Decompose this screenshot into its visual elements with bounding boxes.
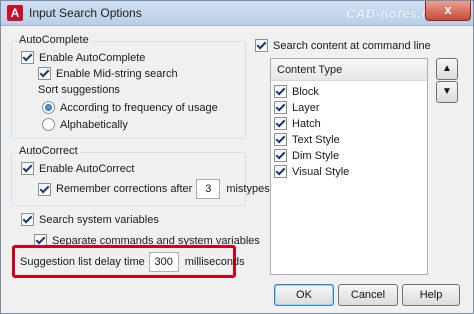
title-bar[interactable]: A Input Search Options CAD-notes.com x: [1, 1, 473, 26]
content-item-layer[interactable]: Layer: [274, 101, 320, 114]
mistypes-label: mistypes: [226, 183, 270, 195]
sort-suggestions-text: Sort suggestions: [38, 84, 120, 96]
enable-autocorrect-check-icon[interactable]: [21, 162, 34, 175]
sort-alphabetical-radio-icon[interactable]: [42, 118, 55, 131]
remember-corrections-row: Remember corrections after 3 mistypes: [38, 179, 270, 199]
sort-suggestions-label: Sort suggestions: [38, 84, 120, 96]
search-content-check-icon[interactable]: [255, 39, 268, 52]
content-item-label: Hatch: [292, 117, 321, 130]
content-item-label: Block: [292, 85, 319, 98]
close-button[interactable]: x: [425, 1, 471, 21]
arrow-down-icon: ▼: [442, 86, 452, 97]
content-item-block[interactable]: Block: [274, 85, 319, 98]
content-item-label: Dim Style: [292, 149, 340, 162]
delay-time-input[interactable]: 300: [148, 252, 179, 272]
search-content-checkbox[interactable]: Search content at command line: [255, 39, 431, 52]
content-item-label: Text Style: [292, 133, 340, 146]
sort-alphabetical-radio[interactable]: Alphabetically: [42, 118, 128, 131]
autocad-app-icon: A: [7, 5, 23, 21]
enable-midstring-label: Enable Mid-string search: [56, 67, 178, 80]
move-down-button[interactable]: ▼: [436, 81, 458, 103]
enable-autocomplete-check-icon[interactable]: [21, 51, 34, 64]
remember-corrections-label: Remember corrections after: [56, 183, 193, 195]
content-item-dim-style[interactable]: Dim Style: [274, 149, 339, 162]
remember-corrections-check-icon[interactable]: [38, 182, 51, 196]
cancel-button[interactable]: Cancel: [338, 284, 398, 306]
help-button[interactable]: Help: [402, 284, 460, 306]
content-item-check-icon[interactable]: [274, 101, 287, 114]
content-item-check-icon[interactable]: [274, 85, 287, 98]
input-search-options-dialog: A Input Search Options CAD-notes.com x A…: [0, 0, 474, 314]
window-title: Input Search Options: [29, 6, 142, 20]
move-up-button[interactable]: ▲: [436, 58, 458, 80]
content-type-list[interactable]: Content Type Block Layer Hatch Text Styl…: [270, 58, 428, 275]
delay-time-label: Suggestion list delay time: [20, 256, 145, 268]
autocorrect-group-label: AutoCorrect: [17, 145, 80, 157]
delay-unit-label: milliseconds: [184, 256, 245, 268]
search-content-label: Search content at command line: [273, 39, 431, 52]
enable-autocomplete-label: Enable AutoComplete: [39, 51, 146, 64]
enable-autocorrect-label: Enable AutoCorrect: [39, 162, 135, 175]
content-item-check-icon[interactable]: [274, 133, 287, 146]
sort-alphabetical-label: Alphabetically: [60, 118, 128, 131]
search-system-variables-checkbox[interactable]: Search system variables: [21, 213, 159, 226]
content-item-check-icon[interactable]: [274, 117, 287, 130]
enable-autocomplete-checkbox[interactable]: Enable AutoComplete: [21, 51, 145, 64]
content-item-text-style[interactable]: Text Style: [274, 133, 340, 146]
content-item-check-icon[interactable]: [274, 165, 287, 178]
arrow-up-icon: ▲: [442, 63, 452, 74]
sort-frequency-radio[interactable]: According to frequency of usage: [42, 101, 218, 114]
content-item-label: Visual Style: [292, 165, 350, 178]
content-item-label: Layer: [292, 101, 320, 114]
delay-time-row: Suggestion list delay time 300 milliseco…: [20, 252, 245, 272]
sort-frequency-radio-icon[interactable]: [42, 101, 55, 114]
enable-midstring-checkbox[interactable]: Enable Mid-string search: [38, 67, 178, 80]
enable-autocorrect-checkbox[interactable]: Enable AutoCorrect: [21, 162, 134, 175]
sort-frequency-label: According to frequency of usage: [60, 101, 218, 114]
content-item-hatch[interactable]: Hatch: [274, 117, 321, 130]
search-system-variables-check-icon[interactable]: [21, 213, 34, 226]
ok-button[interactable]: OK: [274, 284, 334, 306]
enable-midstring-check-icon[interactable]: [38, 67, 51, 80]
search-system-variables-label: Search system variables: [39, 213, 159, 226]
content-item-check-icon[interactable]: [274, 149, 287, 162]
mistypes-count-input[interactable]: 3: [196, 179, 221, 199]
autocomplete-group-label: AutoComplete: [17, 34, 91, 46]
content-item-visual-style[interactable]: Visual Style: [274, 165, 349, 178]
content-type-header[interactable]: Content Type: [271, 59, 427, 81]
